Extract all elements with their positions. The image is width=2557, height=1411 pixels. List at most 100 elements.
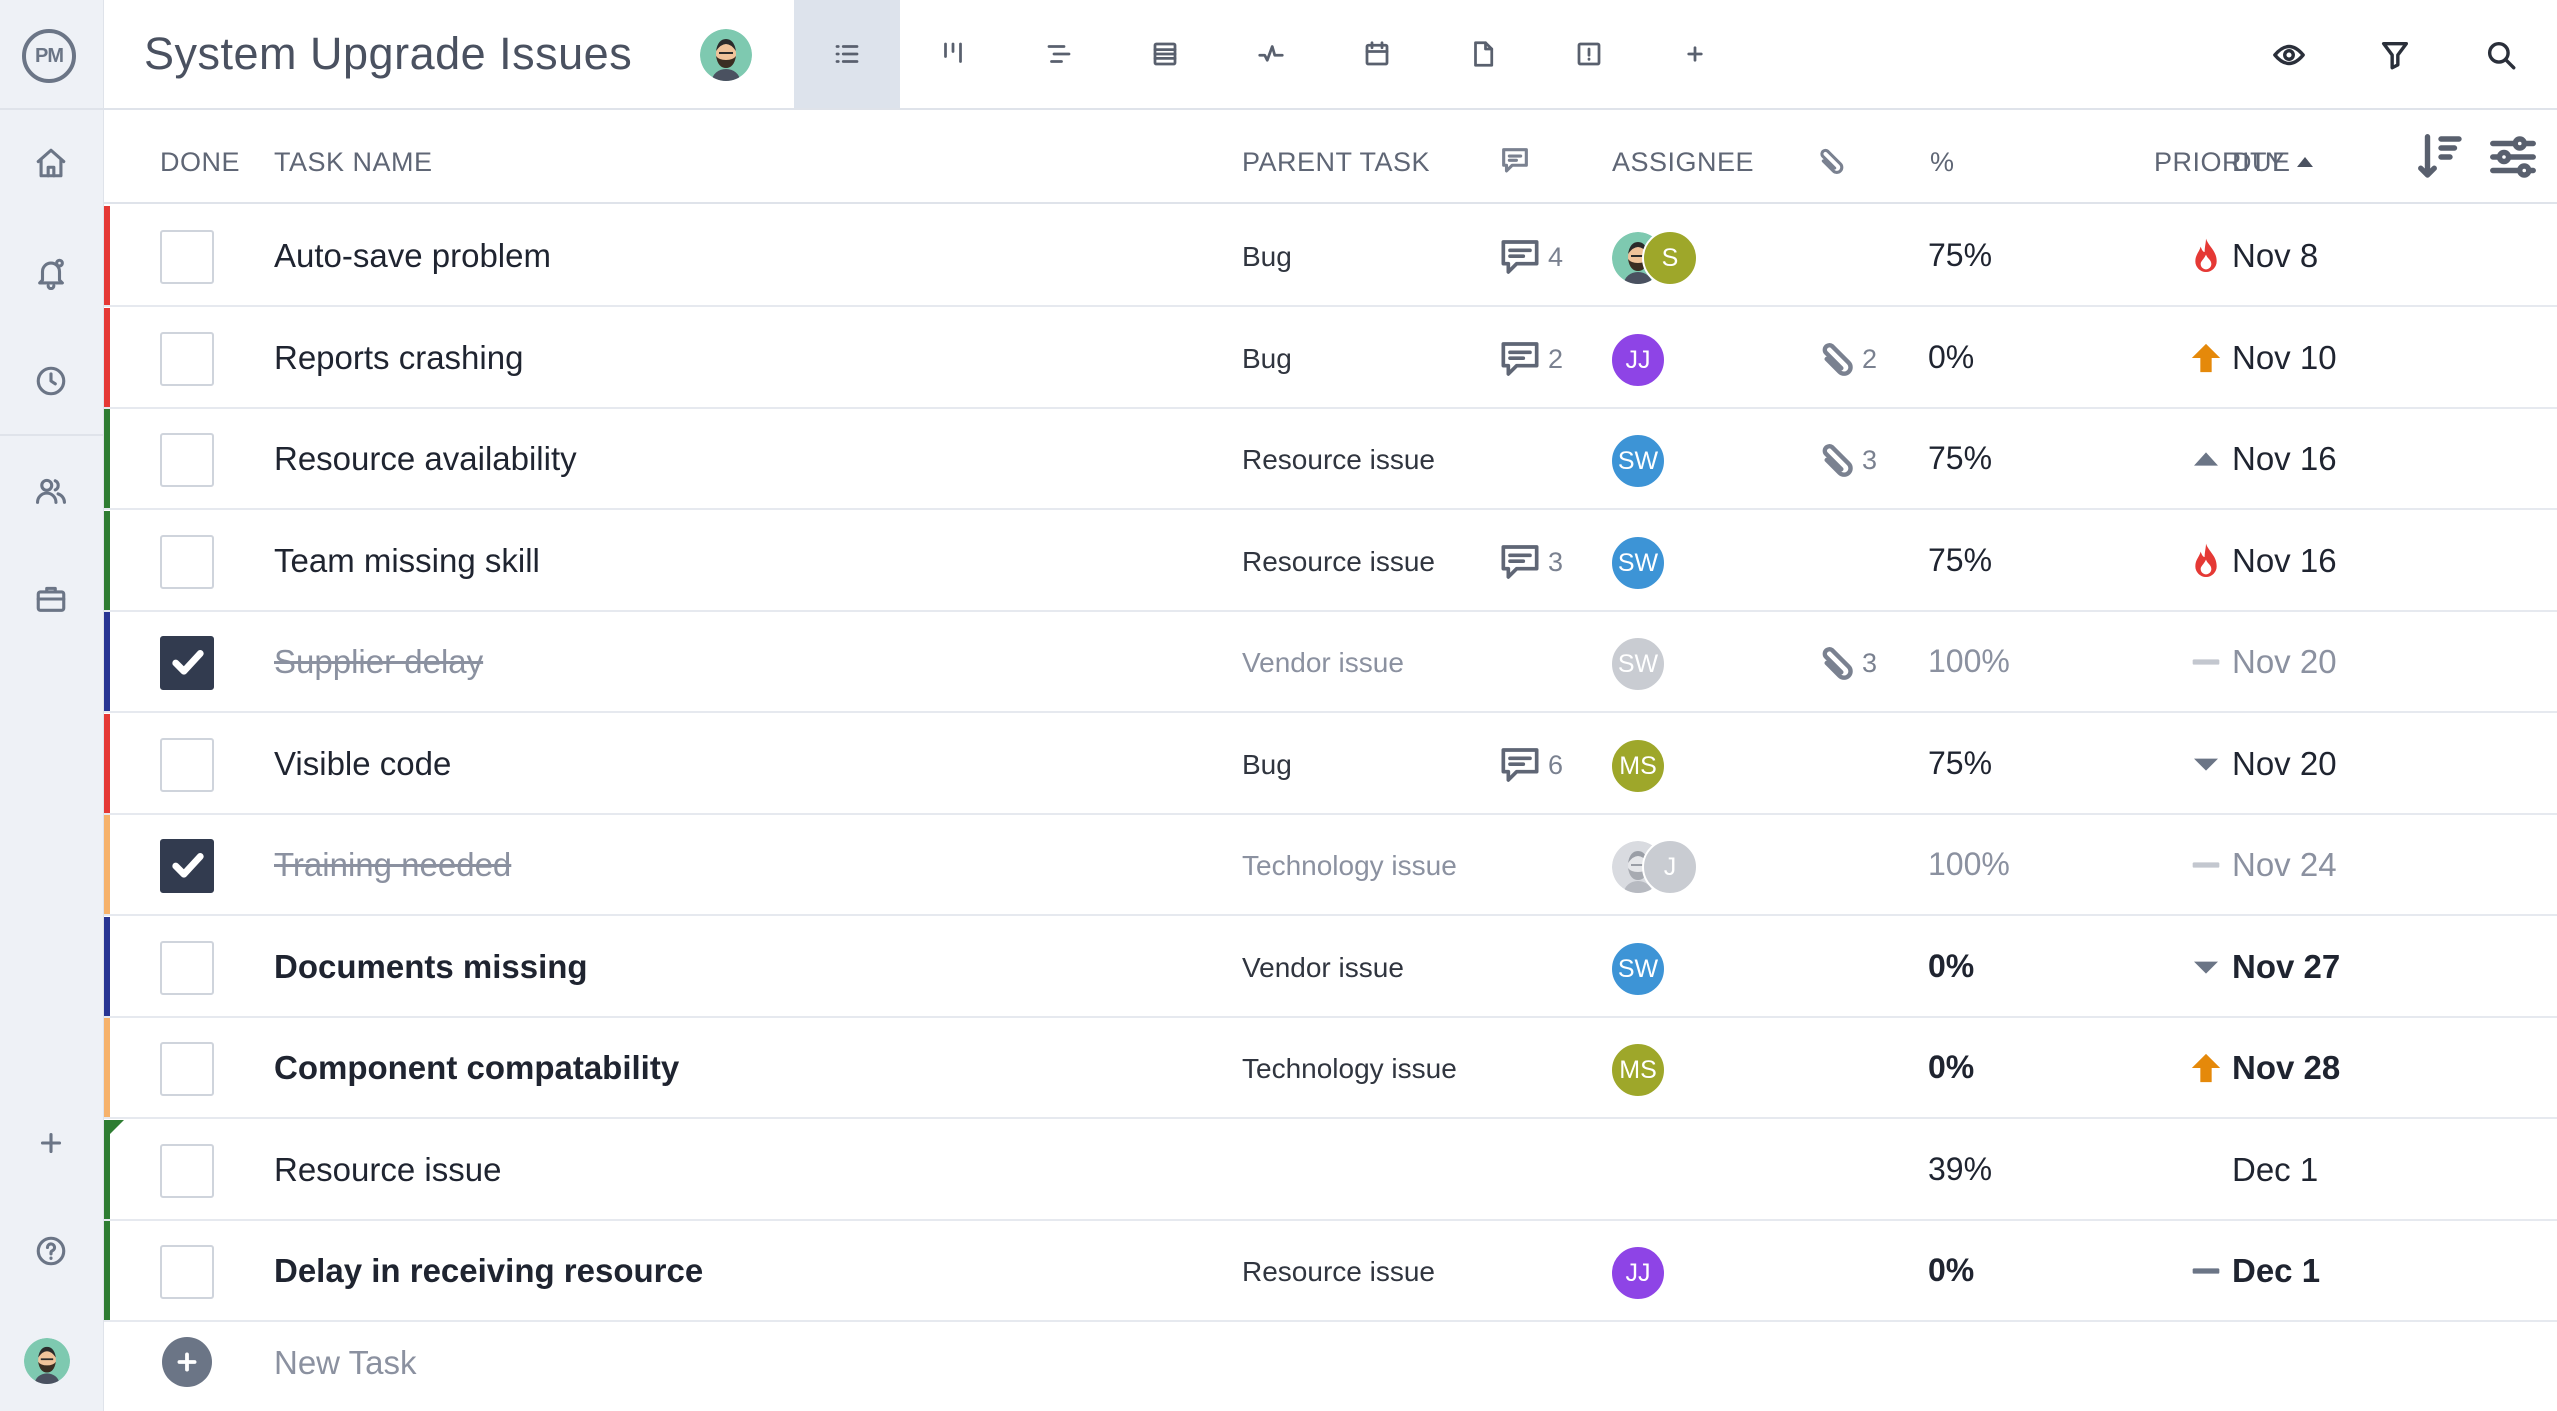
priority-low-triangle-icon[interactable] bbox=[2186, 742, 2226, 786]
timesheet-clock-icon[interactable] bbox=[28, 358, 74, 404]
column-task-name[interactable]: TASK NAME bbox=[274, 147, 433, 178]
due-date[interactable]: Nov 20 bbox=[2232, 643, 2337, 681]
task-row[interactable]: Component compatability Technology issue M… bbox=[104, 1018, 2557, 1119]
comments-count[interactable]: 4 bbox=[1498, 236, 1563, 278]
due-date[interactable]: Nov 8 bbox=[2232, 237, 2318, 275]
assignee-avatars[interactable]: MS bbox=[1610, 738, 1666, 794]
task-row[interactable]: Resource availability Resource issue SW 3 75… bbox=[104, 409, 2557, 510]
priority-high-arrow-icon[interactable] bbox=[2186, 336, 2226, 380]
percent-complete[interactable]: 0% bbox=[1928, 1049, 1974, 1086]
comments-count[interactable]: 6 bbox=[1498, 744, 1563, 786]
due-date[interactable]: Dec 1 bbox=[2232, 1151, 2318, 1189]
attachments-count[interactable]: 2 bbox=[1812, 336, 1877, 382]
task-name[interactable]: Auto-save problem bbox=[274, 237, 551, 275]
done-checkbox[interactable] bbox=[160, 433, 214, 487]
percent-complete[interactable]: 0% bbox=[1928, 1252, 1974, 1289]
priority-medium-triangle-icon[interactable] bbox=[2186, 437, 2226, 481]
task-name[interactable]: Training needed bbox=[274, 846, 511, 884]
files-document-icon[interactable] bbox=[1430, 0, 1536, 108]
percent-complete[interactable]: 100% bbox=[1928, 643, 2010, 680]
task-row[interactable]: Team missing skill Resource issue 3 SW 75% No… bbox=[104, 511, 2557, 612]
column-due[interactable]: DUE bbox=[2232, 147, 2313, 178]
new-task-label[interactable]: New Task bbox=[274, 1344, 416, 1382]
task-name[interactable]: Reports crashing bbox=[274, 339, 523, 377]
done-checkbox[interactable] bbox=[160, 941, 214, 995]
assignee-avatars[interactable]: JJ bbox=[1610, 1245, 1666, 1301]
add-view-icon[interactable] bbox=[1642, 0, 1748, 108]
priority-critical-flame-icon[interactable] bbox=[2186, 539, 2226, 583]
task-name[interactable]: Supplier delay bbox=[274, 643, 483, 681]
due-date[interactable]: Nov 20 bbox=[2232, 745, 2337, 783]
comments-count[interactable]: 3 bbox=[1498, 541, 1563, 583]
task-row[interactable]: Resource issue 39% Dec 1 bbox=[104, 1120, 2557, 1221]
task-row[interactable]: Auto-save problem Bug 4 S 75% Nov 8 bbox=[104, 206, 2557, 307]
task-row[interactable]: Delay in receiving resource Resource issu… bbox=[104, 1221, 2557, 1322]
list-view-tab[interactable] bbox=[794, 0, 900, 108]
add-icon[interactable] bbox=[28, 1120, 74, 1166]
task-name[interactable]: Component compatability bbox=[274, 1049, 679, 1087]
column-parent-task[interactable]: PARENT TASK bbox=[1242, 147, 1430, 178]
done-checkbox[interactable] bbox=[160, 839, 214, 893]
column-assignee[interactable]: ASSIGNEE bbox=[1612, 147, 1754, 178]
task-name[interactable]: Team missing skill bbox=[274, 542, 540, 580]
notifications-bell-icon[interactable] bbox=[28, 250, 74, 296]
visibility-eye-icon[interactable] bbox=[2264, 30, 2314, 80]
percent-complete[interactable]: 75% bbox=[1928, 745, 1992, 782]
priority-none-dash-icon[interactable] bbox=[2186, 1249, 2226, 1293]
search-icon[interactable] bbox=[2476, 30, 2526, 80]
risk-alert-icon[interactable] bbox=[1536, 0, 1642, 108]
column-percent[interactable]: % bbox=[1930, 147, 1955, 178]
assignee-avatars[interactable]: SW bbox=[1610, 636, 1666, 692]
done-checkbox[interactable] bbox=[160, 636, 214, 690]
priority-low-triangle-icon[interactable] bbox=[2186, 945, 2226, 989]
task-name[interactable]: Visible code bbox=[274, 745, 451, 783]
due-date[interactable]: Nov 24 bbox=[2232, 846, 2337, 884]
due-date[interactable]: Nov 10 bbox=[2232, 339, 2337, 377]
done-checkbox[interactable] bbox=[160, 535, 214, 589]
due-date[interactable]: Nov 28 bbox=[2232, 1049, 2340, 1087]
task-name[interactable]: Resource issue bbox=[274, 1151, 501, 1189]
gantt-view-tab[interactable] bbox=[1006, 0, 1112, 108]
board-view-tab[interactable] bbox=[900, 0, 1006, 108]
percent-complete[interactable]: 75% bbox=[1928, 440, 1992, 477]
portfolio-briefcase-icon[interactable] bbox=[28, 576, 74, 622]
percent-complete[interactable]: 0% bbox=[1928, 948, 1974, 985]
assignee-avatars[interactable]: SW bbox=[1610, 433, 1666, 489]
help-icon[interactable] bbox=[28, 1228, 74, 1274]
percent-complete[interactable]: 75% bbox=[1928, 542, 1992, 579]
sheet-view-tab[interactable] bbox=[1112, 0, 1218, 108]
assignee-avatars[interactable]: SW bbox=[1610, 535, 1666, 591]
comment-column-icon[interactable] bbox=[1498, 144, 1532, 183]
home-icon[interactable] bbox=[28, 140, 74, 186]
new-task-row[interactable]: New Task bbox=[104, 1313, 2557, 1411]
attachment-column-icon[interactable] bbox=[1812, 144, 1846, 183]
percent-complete[interactable]: 75% bbox=[1928, 237, 1992, 274]
comments-count[interactable]: 2 bbox=[1498, 338, 1563, 380]
priority-high-arrow-icon[interactable] bbox=[2186, 1046, 2226, 1090]
project-owner-avatar[interactable] bbox=[700, 29, 752, 81]
task-name[interactable]: Delay in receiving resource bbox=[274, 1252, 703, 1290]
done-checkbox[interactable] bbox=[160, 738, 214, 792]
done-checkbox[interactable] bbox=[160, 1144, 214, 1198]
task-row[interactable]: Reports crashing Bug 2 JJ 2 0% Nov 10 bbox=[104, 308, 2557, 409]
percent-complete[interactable]: 100% bbox=[1928, 846, 2010, 883]
due-date[interactable]: Nov 27 bbox=[2232, 948, 2340, 986]
due-date[interactable]: Nov 16 bbox=[2232, 542, 2337, 580]
done-checkbox[interactable] bbox=[160, 1042, 214, 1096]
done-checkbox[interactable] bbox=[160, 1245, 214, 1299]
filter-funnel-icon[interactable] bbox=[2370, 30, 2420, 80]
assignee-avatars[interactable]: J bbox=[1610, 839, 1698, 895]
dashboard-pulse-icon[interactable] bbox=[1218, 0, 1324, 108]
task-name[interactable]: Resource availability bbox=[274, 440, 577, 478]
attachments-count[interactable]: 3 bbox=[1812, 437, 1877, 483]
assignee-avatars[interactable]: JJ bbox=[1610, 332, 1666, 388]
task-row[interactable]: Visible code Bug 6 MS 75% Nov 20 bbox=[104, 714, 2557, 815]
calendar-view-tab[interactable] bbox=[1324, 0, 1430, 108]
priority-critical-flame-icon[interactable] bbox=[2186, 234, 2226, 278]
task-row[interactable]: Supplier delay Vendor issue SW 3 100% Nov 20 bbox=[104, 612, 2557, 713]
sort-order-icon[interactable] bbox=[2414, 130, 2470, 186]
percent-complete[interactable]: 0% bbox=[1928, 339, 1974, 376]
column-done[interactable]: DONE bbox=[160, 147, 240, 178]
task-row[interactable]: Training needed Technology issue J 100% Nov … bbox=[104, 815, 2557, 916]
priority-none-dash-icon[interactable] bbox=[2186, 640, 2226, 684]
